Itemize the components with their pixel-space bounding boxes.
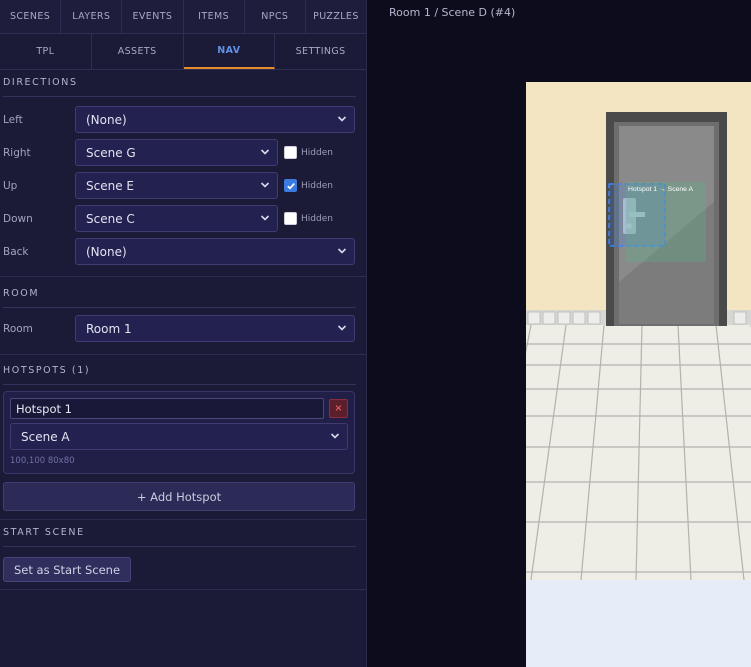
- back-direction-select[interactable]: (None): [75, 238, 355, 265]
- hidden-label: Hidden: [301, 213, 333, 224]
- down-direction-select[interactable]: Scene C: [75, 205, 278, 232]
- scene-breadcrumb: Room 1 / Scene D (#4): [389, 6, 516, 19]
- down-hidden-checkbox[interactable]: [284, 212, 297, 225]
- tab-settings[interactable]: SETTINGS: [275, 34, 366, 69]
- hotspot-target-value: Scene A: [21, 429, 70, 444]
- direction-label-right: Right: [3, 146, 31, 159]
- hotspot-card: Hotspot 1 × Scene A 100,100 80x80: [3, 391, 355, 474]
- hotspot-name-input[interactable]: Hotspot 1: [10, 398, 324, 419]
- tab-nav[interactable]: NAV: [183, 34, 276, 69]
- add-hotspot-button[interactable]: + Add Hotspot: [3, 482, 355, 511]
- left-direction-select[interactable]: (None): [75, 106, 355, 133]
- direction-row-right: Right Scene G Hidden: [0, 136, 366, 169]
- tab-layers[interactable]: LAYERS: [61, 0, 123, 33]
- right-hidden-toggle: Hidden: [284, 146, 333, 159]
- hotspot-geometry-readout: 100,100 80x80: [10, 456, 75, 466]
- hotspot-area[interactable]: [626, 182, 706, 262]
- sub-tabs: TPL ASSETS NAV SETTINGS: [0, 34, 366, 70]
- direction-label-left: Left: [3, 113, 23, 126]
- void-area: [526, 580, 751, 667]
- scene-preview: Hotspot 1 → Scene A: [526, 82, 751, 667]
- directions-heading: DIRECTIONS: [3, 77, 78, 88]
- direction-row-left: Left (None): [0, 103, 366, 136]
- direction-row-back: Back (None): [0, 235, 366, 268]
- direction-label-back: Back: [3, 245, 29, 258]
- back-direction-value: (None): [86, 244, 127, 259]
- room-value: Room 1: [86, 321, 132, 336]
- hidden-label: Hidden: [301, 180, 333, 191]
- set-start-scene-button[interactable]: Set as Start Scene: [3, 557, 132, 582]
- tab-scenes[interactable]: SCENES: [0, 0, 62, 33]
- right-direction-select[interactable]: Scene G: [75, 139, 278, 166]
- chevron-down-icon: [337, 116, 347, 122]
- up-direction-select[interactable]: Scene E: [75, 172, 278, 199]
- chevron-down-icon: [337, 325, 347, 331]
- tab-assets[interactable]: ASSETS: [92, 34, 184, 69]
- up-direction-value: Scene E: [86, 178, 134, 193]
- up-hidden-toggle: Hidden: [284, 179, 333, 192]
- down-direction-value: Scene C: [86, 211, 135, 226]
- delete-hotspot-button[interactable]: ×: [329, 399, 348, 418]
- chevron-down-icon: [260, 182, 270, 188]
- direction-row-down: Down Scene C Hidden: [0, 202, 366, 235]
- hotspot-target-select[interactable]: Scene A: [10, 423, 348, 450]
- hotspot-label: Hotspot 1 → Scene A: [628, 186, 693, 193]
- chevron-down-icon: [260, 149, 270, 155]
- start-scene-heading: START SCENE: [3, 527, 85, 538]
- direction-label-up: Up: [3, 179, 18, 192]
- chevron-down-icon: [330, 433, 340, 439]
- chevron-down-icon: [260, 215, 270, 221]
- down-hidden-toggle: Hidden: [284, 212, 333, 225]
- room-row: Room Room 1: [0, 312, 366, 345]
- left-direction-value: (None): [86, 112, 127, 127]
- room-heading: ROOM: [3, 288, 40, 299]
- main-tabs: SCENES LAYERS EVENTS ITEMS NPCS PUZZLES: [0, 0, 366, 34]
- tab-puzzles[interactable]: PUZZLES: [306, 0, 366, 33]
- room-label: Room: [3, 322, 33, 335]
- direction-row-up: Up Scene E Hidden: [0, 169, 366, 202]
- tab-events[interactable]: EVENTS: [122, 0, 184, 33]
- hidden-label: Hidden: [301, 147, 333, 158]
- chevron-down-icon: [337, 248, 347, 254]
- right-direction-value: Scene G: [86, 145, 136, 160]
- divider: [3, 384, 356, 385]
- section-separator: [0, 589, 366, 590]
- right-hidden-checkbox[interactable]: [284, 146, 297, 159]
- checkmark-icon: [286, 182, 295, 190]
- tab-tpl[interactable]: TPL: [0, 34, 92, 69]
- tab-items[interactable]: ITEMS: [184, 0, 245, 33]
- scene-canvas: Hotspot 1 → Scene A: [526, 82, 751, 667]
- room-select[interactable]: Room 1: [75, 315, 355, 342]
- hotspots-heading: HOTSPOTS (1): [3, 365, 91, 376]
- tab-npcs[interactable]: NPCS: [245, 0, 306, 33]
- hotspot-header: Hotspot 1 ×: [10, 398, 348, 419]
- sidebar-panel: SCENES LAYERS EVENTS ITEMS NPCS PUZZLES …: [0, 0, 367, 667]
- up-hidden-checkbox[interactable]: [284, 179, 297, 192]
- direction-label-down: Down: [3, 212, 33, 225]
